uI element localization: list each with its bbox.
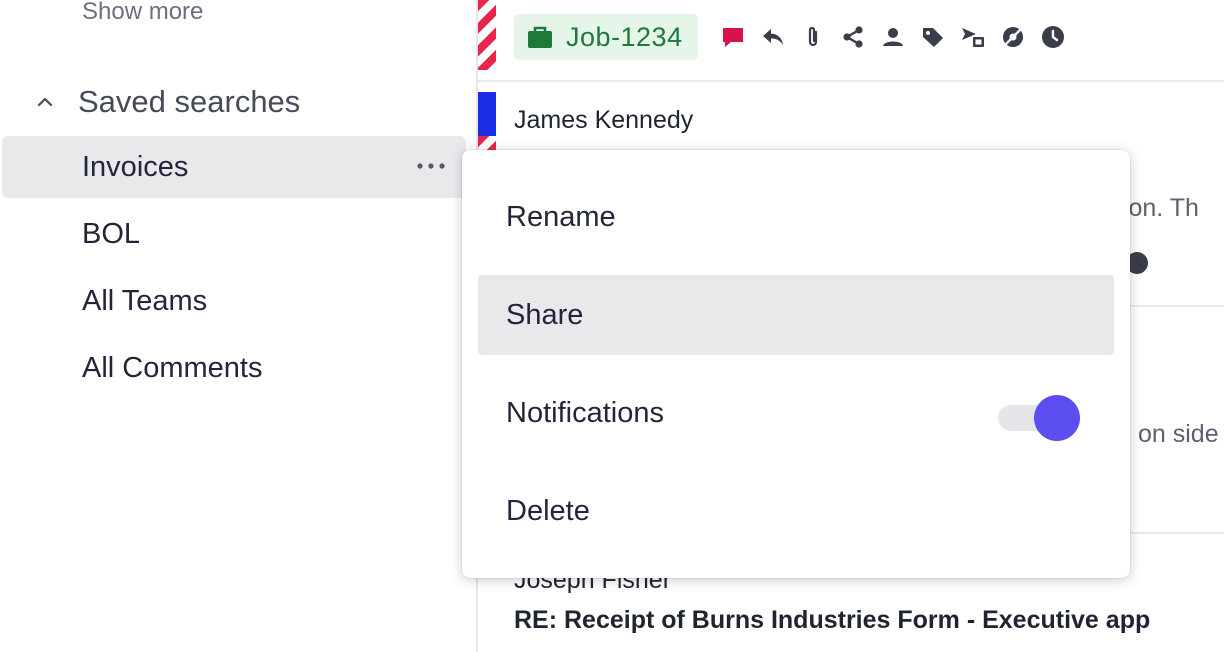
- show-more-link[interactable]: Show more: [82, 0, 203, 26]
- thread-subject[interactable]: RE: Receipt of Burns Industries Form - E…: [514, 606, 1150, 635]
- thread-sender: James Kennedy: [514, 106, 694, 134]
- sidebar: Show more Saved searches Invoices BOL Al…: [0, 0, 476, 652]
- attachment-icon[interactable]: [798, 22, 828, 52]
- thread-divider: [478, 80, 1224, 82]
- reply-icon[interactable]: [758, 22, 788, 52]
- chevron-up-icon: [37, 97, 53, 107]
- clock-icon[interactable]: [1038, 22, 1068, 52]
- more-options-icon[interactable]: [414, 156, 448, 176]
- saved-search-item-all-comments[interactable]: All Comments: [2, 337, 466, 399]
- saved-search-item-invoices[interactable]: Invoices: [2, 136, 466, 198]
- saved-search-label: Invoices: [82, 150, 189, 183]
- notifications-toggle[interactable]: [998, 395, 1080, 441]
- status-stripe: [478, 92, 496, 136]
- job-tag-label: Job-1234: [566, 21, 683, 52]
- menu-item-label: Notifications: [506, 396, 664, 429]
- saved-search-item-bol[interactable]: BOL: [2, 203, 466, 265]
- toggle-knob: [1034, 395, 1080, 441]
- menu-item-label: Share: [506, 298, 584, 331]
- briefcase-icon: [528, 26, 552, 48]
- menu-item-rename[interactable]: Rename: [478, 177, 1114, 257]
- saved-searches-header[interactable]: Saved searches: [34, 82, 300, 122]
- no-eye-icon[interactable]: [998, 22, 1028, 52]
- saved-search-label: All Comments: [82, 351, 263, 384]
- saved-search-label: All Teams: [82, 284, 208, 317]
- job-tag[interactable]: Job-1234: [514, 14, 698, 60]
- thread-preview-text: on side: [1138, 420, 1219, 448]
- menu-item-share[interactable]: Share: [478, 275, 1114, 355]
- share-icon[interactable]: [838, 22, 868, 52]
- priority-stripe: [478, 0, 496, 70]
- user-icon[interactable]: [878, 22, 908, 52]
- saved-search-label: BOL: [82, 217, 141, 250]
- menu-item-label: Delete: [506, 494, 590, 527]
- saved-search-context-menu: Rename Share Notifications Delete: [462, 150, 1130, 578]
- tag-icon[interactable]: [918, 22, 948, 52]
- saved-searches-label: Saved searches: [78, 84, 301, 119]
- thread-toolbar: [718, 22, 1068, 52]
- comment-icon[interactable]: [718, 22, 748, 52]
- send-to-icon[interactable]: [958, 22, 988, 52]
- saved-search-item-all-teams[interactable]: All Teams: [2, 270, 466, 332]
- menu-item-delete[interactable]: Delete: [478, 471, 1114, 551]
- menu-item-notifications[interactable]: Notifications: [478, 373, 1114, 453]
- menu-item-label: Rename: [506, 200, 616, 233]
